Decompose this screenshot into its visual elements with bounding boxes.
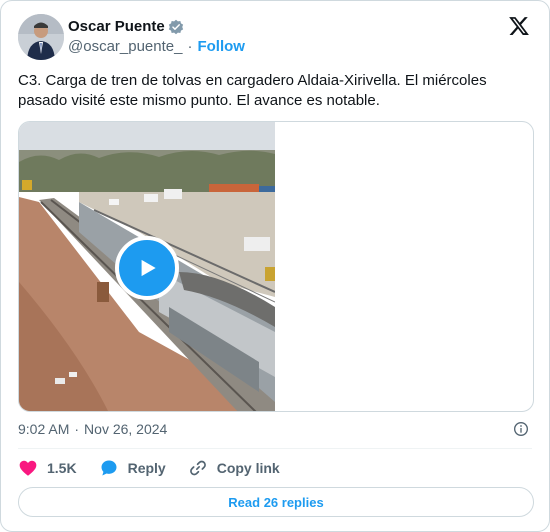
action-bar: 1.5K Reply Copy link [18,457,302,479]
post-timestamp: 9:02 AM · Nov 26, 2024 [18,421,167,437]
author-handle[interactable]: @oscar_puente_ [68,38,182,55]
reply-label: Reply [127,460,166,476]
reply-button[interactable]: Reply [99,458,166,478]
post-time[interactable]: 9:02 AM [18,421,69,437]
embedded-post-card: Oscar Puente @oscar_puente_ · Follow C3.… [0,0,550,532]
separator-dot: · [187,38,193,55]
verified-badge-icon [168,19,184,35]
post-date[interactable]: Nov 26, 2024 [84,421,167,437]
copy-link-label: Copy link [216,460,280,476]
author-handle-row: @oscar_puente_ · Follow [68,38,245,55]
copy-link-button[interactable]: Copy link [188,458,280,478]
author-name-row: Oscar Puente [68,18,184,35]
timestamp-separator: · [74,421,80,437]
avatar[interactable] [18,14,64,60]
follow-link[interactable]: Follow [197,38,245,55]
video-thumbnail[interactable] [19,122,276,411]
like-count: 1.5K [47,460,77,476]
play-icon [141,259,156,277]
info-icon[interactable] [513,421,529,437]
like-button[interactable]: 1.5K [18,458,77,478]
link-icon [189,460,206,476]
post-text: C3. Carga de tren de tolvas en cargadero… [18,72,487,109]
media-container [18,121,534,412]
author-display-name[interactable]: Oscar Puente [68,18,165,35]
divider [18,448,532,449]
reply-bubble-icon [101,460,117,476]
play-button[interactable] [115,236,179,300]
heart-icon [19,460,37,476]
x-logo-icon[interactable] [508,15,530,37]
read-replies-button[interactable]: Read 26 replies [18,487,534,517]
